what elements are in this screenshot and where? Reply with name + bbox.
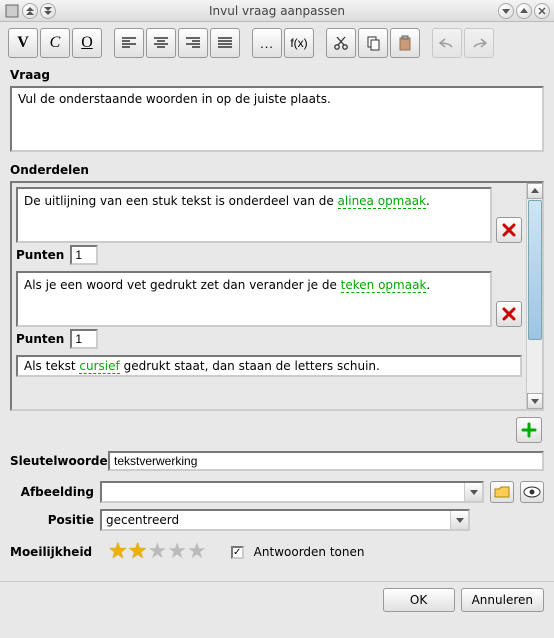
close-button[interactable] (534, 3, 550, 19)
moeilijkheid-label: Moeilijkheid (10, 545, 102, 559)
positie-label: Positie (10, 513, 94, 527)
dialog-button-row: OK Annuleren (0, 581, 554, 620)
onderdeel-text-after: . (426, 278, 430, 292)
add-onderdeel-button[interactable] (516, 417, 542, 443)
onderdeel-item: De uitlijning van een stuk tekst is onde… (16, 187, 522, 265)
onderdeel-text-input[interactable]: Als tekst cursief gedrukt staat, dan sta… (16, 355, 522, 377)
onderdeel-item: Als je een woord vet gedrukt zet dan ver… (16, 271, 522, 349)
window-title: Invul vraag aanpassen (0, 4, 554, 18)
onderdeel-text-input[interactable]: De uitlijning van een stuk tekst is onde… (16, 187, 492, 243)
onderdeel-text-after: gedrukt staat, dan staan de letters schu… (120, 359, 380, 373)
bold-button[interactable]: V (8, 28, 38, 58)
vraag-label: Vraag (10, 68, 544, 82)
align-justify-button[interactable] (210, 28, 240, 58)
paste-button[interactable] (390, 28, 420, 58)
maximize-button[interactable] (516, 3, 532, 19)
chevron-down-icon[interactable] (464, 483, 482, 501)
preview-image-button[interactable] (520, 481, 544, 503)
delete-onderdeel-button[interactable] (496, 301, 522, 327)
scroll-down-button[interactable] (527, 393, 543, 409)
onderdelen-scrollbar[interactable] (526, 183, 542, 409)
onderdeel-blank: teken opmaak (341, 278, 427, 293)
onderdeel-item: Als tekst cursief gedrukt staat, dan sta… (16, 355, 522, 377)
onderdeel-text-after: . (426, 194, 430, 208)
onderdelen-label: Onderdelen (10, 163, 544, 177)
underline-button[interactable]: O (72, 28, 102, 58)
antwoorden-tonen-label: Antwoorden tonen (254, 545, 365, 559)
copy-button[interactable] (358, 28, 388, 58)
titlebar-rollup-down-button[interactable] (40, 3, 56, 19)
star-icon[interactable]: ★ (167, 541, 187, 563)
difficulty-stars[interactable]: ★ ★ ★ ★ ★ (108, 541, 207, 563)
onderdeel-blank: alinea opmaak (338, 194, 426, 209)
cancel-button[interactable]: Annuleren (461, 588, 544, 612)
more-button[interactable]: ... (252, 28, 282, 58)
antwoorden-tonen-checkbox[interactable]: ✓ (231, 546, 244, 559)
positie-combo[interactable]: gecentreerd (100, 509, 470, 531)
align-right-button[interactable] (178, 28, 208, 58)
ok-button[interactable]: OK (383, 588, 455, 612)
onderdeel-text-before: Als tekst (24, 359, 79, 373)
scroll-up-button[interactable] (527, 183, 543, 199)
undo-button[interactable] (432, 28, 462, 58)
afbeelding-value (102, 483, 464, 501)
redo-button[interactable] (464, 28, 494, 58)
chevron-down-icon[interactable] (450, 511, 468, 529)
titlebar-rollup-up-button[interactable] (22, 3, 38, 19)
titlebar: Invul vraag aanpassen (0, 0, 554, 22)
sleutelwoorden-label: Sleutelwoorden (10, 454, 102, 468)
punten-input[interactable] (70, 245, 98, 265)
cut-button[interactable] (326, 28, 356, 58)
minimize-button[interactable] (498, 3, 514, 19)
punten-label: Punten (16, 332, 64, 346)
formula-button[interactable]: f(x) (284, 28, 314, 58)
onderdeel-text-before: Als je een woord vet gedrukt zet dan ver… (24, 278, 341, 292)
punten-input[interactable] (70, 329, 98, 349)
scroll-thumb[interactable] (528, 200, 542, 340)
positie-value: gecentreerd (102, 511, 450, 529)
star-icon[interactable]: ★ (187, 541, 207, 563)
align-center-button[interactable] (146, 28, 176, 58)
afbeelding-combo[interactable] (100, 481, 484, 503)
punten-label: Punten (16, 248, 64, 262)
italic-button[interactable]: C (40, 28, 70, 58)
star-icon[interactable]: ★ (108, 541, 128, 563)
afbeelding-label: Afbeelding (10, 485, 94, 499)
delete-onderdeel-button[interactable] (496, 217, 522, 243)
vraag-textarea[interactable]: Vul de onderstaande woorden in op de jui… (10, 86, 544, 152)
onderdeel-text-input[interactable]: Als je een woord vet gedrukt zet dan ver… (16, 271, 492, 327)
sleutelwoorden-input[interactable] (108, 451, 544, 471)
format-toolbar: V C O ... f(x) (0, 22, 554, 66)
app-icon (4, 3, 20, 19)
browse-image-button[interactable] (490, 481, 514, 503)
align-left-button[interactable] (114, 28, 144, 58)
onderdeel-text-before: De uitlijning van een stuk tekst is onde… (24, 194, 338, 208)
star-icon[interactable]: ★ (128, 541, 148, 563)
onderdeel-blank: cursief (79, 359, 119, 374)
star-icon[interactable]: ★ (147, 541, 167, 563)
onderdelen-panel: De uitlijning van een stuk tekst is onde… (10, 181, 544, 411)
